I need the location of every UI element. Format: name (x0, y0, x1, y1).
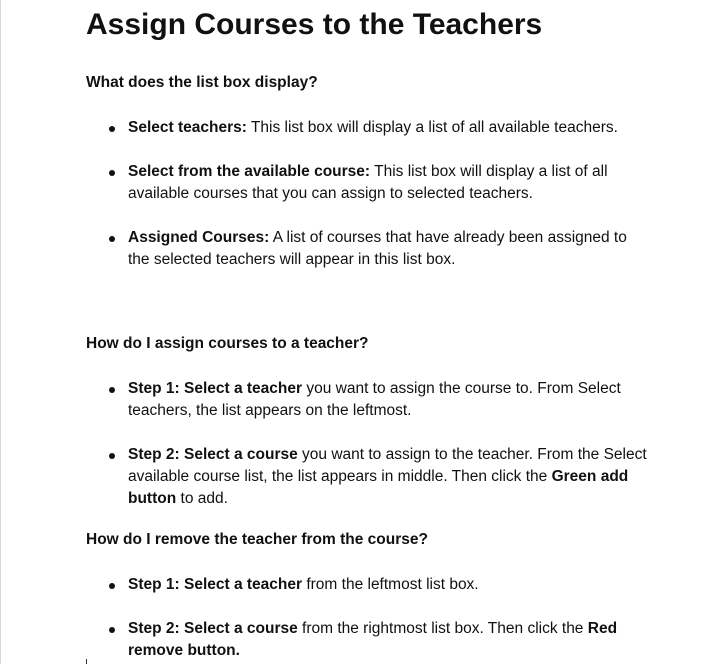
item-text: from the rightmost list box. Then click … (297, 620, 588, 637)
list-item: Assigned Courses: A list of courses that… (86, 227, 648, 271)
item-bold-label: Step 2: Select a course (128, 620, 298, 637)
text-cursor (86, 659, 87, 664)
item-bold-label: Select from the available course: (128, 163, 371, 180)
page-left-border (0, 0, 1, 664)
list-item: Step 1: Select a teacher you want to ass… (86, 378, 648, 422)
item-bold-label: Step 1: Select a teacher (128, 576, 303, 593)
section-list-box-display: What does the list box display? Select t… (86, 73, 646, 271)
section-remove-teacher: How do I remove the teacher from the cou… (86, 530, 646, 662)
page-title: Assign Courses to the Teachers (86, 8, 543, 41)
item-text: from the leftmost list box. (302, 576, 479, 593)
bullet-list: Select teachers: This list box will disp… (86, 117, 646, 271)
item-text: This list box will display a list of all… (246, 119, 618, 136)
bullet-list: Step 1: Select a teacher from the leftmo… (86, 574, 646, 662)
item-bold-label: Step 2: Select a course (128, 446, 298, 463)
list-item: Select teachers: This list box will disp… (86, 117, 648, 139)
list-item: Select from the available course: This l… (86, 161, 648, 205)
item-text-2: to add. (176, 490, 228, 507)
section-heading: How do I assign courses to a teacher? (86, 335, 369, 352)
section-heading: What does the list box display? (86, 74, 318, 91)
bullet-list: Step 1: Select a teacher you want to ass… (86, 378, 648, 510)
item-bold-label: Select teachers: (128, 119, 247, 136)
list-item: Step 2: Select a course you want to assi… (86, 444, 648, 510)
section-assign-courses: How do I assign courses to a teacher? St… (86, 334, 648, 510)
item-bold-label: Assigned Courses: (128, 229, 270, 246)
item-bold-label: Step 1: Select a teacher (128, 380, 303, 397)
section-heading: How do I remove the teacher from the cou… (86, 531, 428, 548)
list-item: Step 1: Select a teacher from the leftmo… (86, 574, 648, 596)
list-item: Step 2: Select a course from the rightmo… (86, 618, 648, 662)
